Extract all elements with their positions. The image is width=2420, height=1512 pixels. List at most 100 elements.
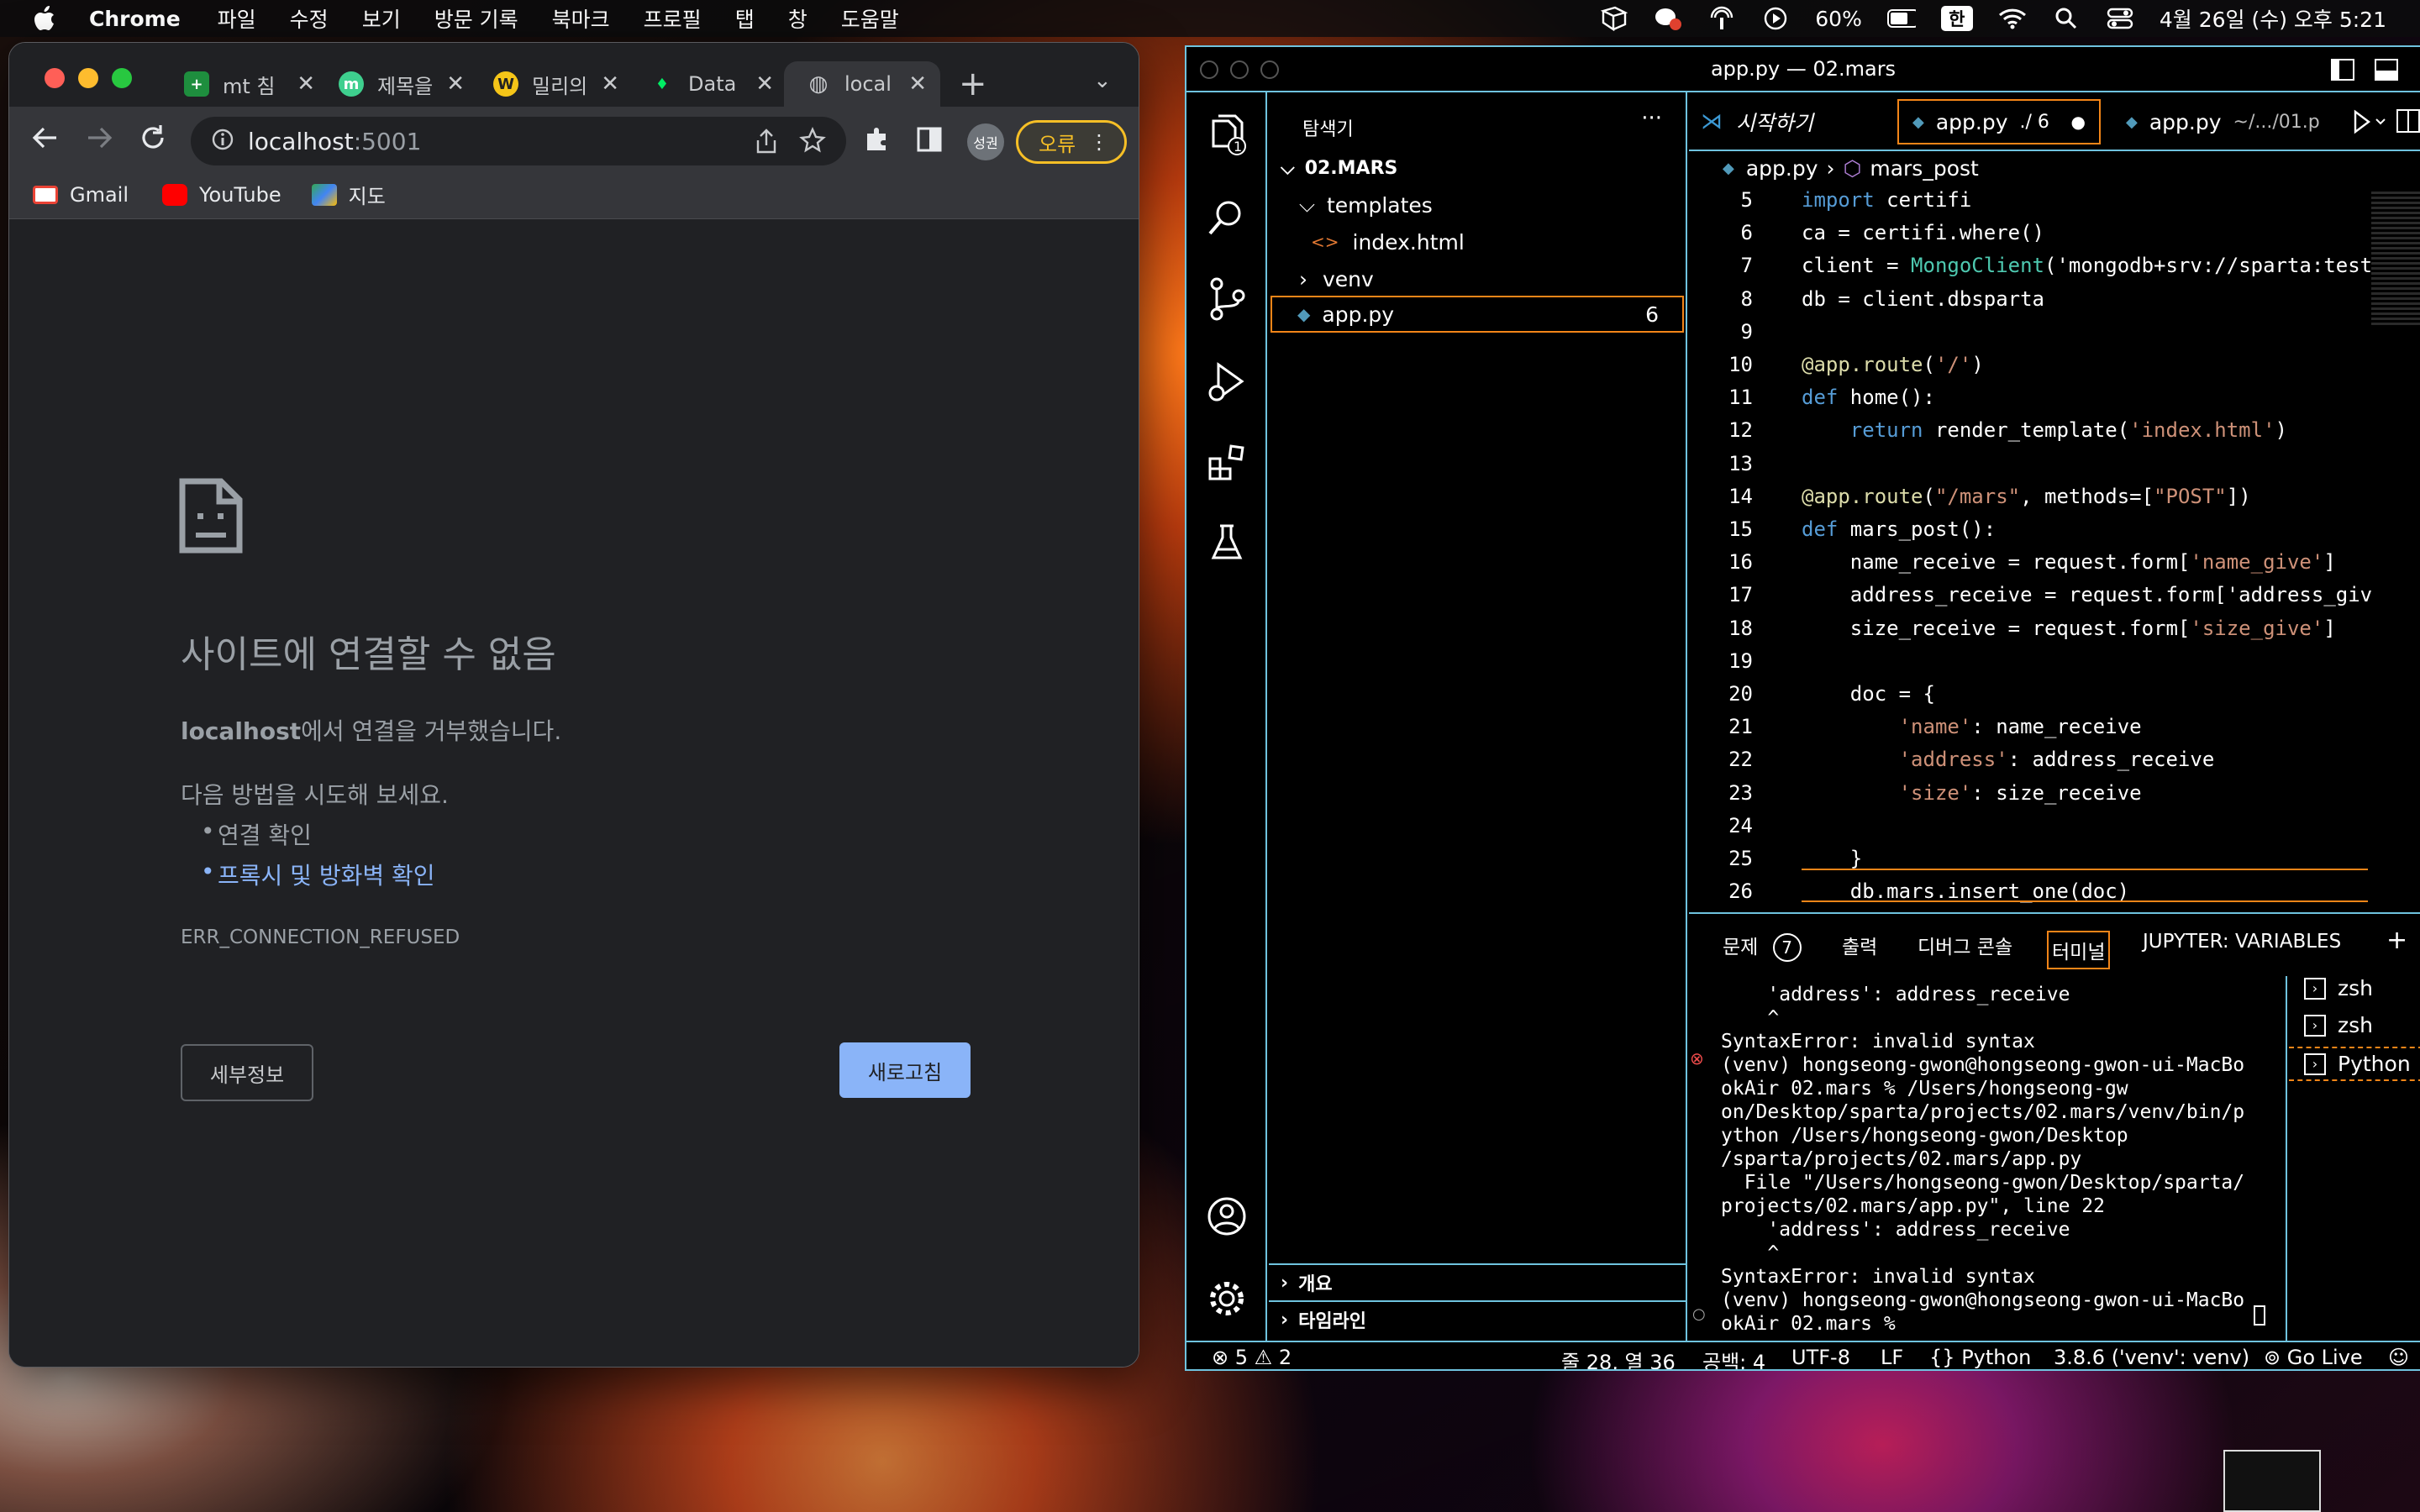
extensions-icon[interactable] [863,125,892,157]
breadcrumb-file[interactable]: app.py [1746,156,1818,181]
bookmark-maps[interactable]: 지도 [311,180,386,209]
accounts-icon[interactable] [1207,1196,1247,1236]
code-line[interactable]: db = client.dbsparta [1802,287,2044,311]
encoding[interactable]: UTF-8 [1791,1346,1850,1369]
control-center-icon[interactable] [2106,4,2134,33]
tab-app-py-other[interactable]: ◆ app.py ~/.../01.p [2126,99,2336,144]
details-button[interactable]: 세부정보 [181,1044,313,1101]
tip-proxy-firewall-link[interactable]: 프록시 및 방화벽 확인 [201,858,435,891]
reload-button[interactable]: 새로고침 [839,1042,971,1098]
menu-window[interactable]: 창 [788,3,808,34]
cursor-position[interactable]: 줄 28, 열 36 [1561,1346,1676,1369]
language-mode[interactable]: {} Python [1929,1346,2031,1369]
notes-tray-icon[interactable] [1600,4,1628,33]
accounts-feedback-icon[interactable]: ☺ [2388,1346,2409,1369]
code-line[interactable]: def home(): [1802,386,1935,409]
play-tray-icon[interactable] [1761,4,1790,33]
zoom-window-button[interactable] [1260,60,1279,79]
chat-tray-icon[interactable] [1654,4,1682,33]
tab-terminal[interactable]: 터미널 [2047,931,2111,969]
menubar-clock[interactable]: 4월 26일 (수) 오후 5:21 [2160,3,2386,34]
code-line[interactable]: return render_template('index.html') [1802,418,2287,442]
timeline-section[interactable]: › 타임라인 [1269,1300,1686,1337]
new-terminal-icon[interactable]: + [2386,926,2407,955]
tab-title[interactable]: m 제목을 ✕ [339,61,465,107]
tab-search-chevron-icon[interactable]: ⌄ [1093,68,1112,93]
menu-profiles[interactable]: 프로필 [644,3,702,34]
apple-icon[interactable] [34,6,57,31]
menu-help[interactable]: 도움말 [841,3,899,34]
code-line[interactable]: import certifi [1802,188,1971,212]
minimap[interactable] [2371,192,2420,326]
terminal-item-python[interactable]: › Python [2289,1047,2420,1081]
close-tab-icon[interactable]: ✕ [755,71,774,97]
back-icon[interactable] [31,125,60,154]
bookmark-youtube[interactable]: YouTube [162,183,281,207]
tab-welcome[interactable]: ⋊ 시작하기 [1701,99,1902,144]
battery-icon[interactable] [1886,4,1916,33]
close-tab-icon[interactable]: ✕ [601,71,619,97]
close-window-button[interactable] [1200,60,1218,79]
bookmark-star-icon[interactable] [799,127,826,157]
zoom-window-button[interactable] [112,68,132,88]
settings-gear-icon[interactable] [1207,1278,1247,1319]
tab-data[interactable]: ♦ Data ✕ [650,61,774,107]
tab-problems[interactable]: 문제 7 [1723,931,1802,962]
screenshot-thumbnail[interactable] [2223,1450,2321,1512]
python-interpreter[interactable]: 3.8.6 ('venv': venv) [2054,1346,2249,1369]
tab-jupyter-variables[interactable]: JUPYTER: VARIABLES [2143,931,2341,953]
close-window-button[interactable] [45,68,65,88]
minimize-window-button[interactable] [1230,60,1249,79]
menu-bookmarks[interactable]: 북마크 [552,3,610,34]
side-panel-icon[interactable] [917,127,942,155]
source-control-icon[interactable] [1207,277,1247,321]
extensions-icon[interactable] [1207,442,1247,482]
indentation[interactable]: 공백: 4 [1702,1346,1765,1369]
unsaved-dot-icon[interactable]: ● [2071,112,2086,132]
menu-view[interactable]: 보기 [362,3,401,34]
terminal-item-zsh-2[interactable]: › zsh [2304,1013,2373,1037]
split-editor-icon[interactable] [2396,109,2420,136]
code-editor[interactable]: 5 import certifi 6 ca = certifi.where() 7 cli… [1689,188,2420,974]
code-line[interactable]: @app.route("/mars", methods=["POST"]) [1802,485,2251,508]
run-debug-icon[interactable] [1207,360,1247,402]
forward-icon[interactable] [85,125,113,154]
testing-flask-icon[interactable] [1207,522,1247,563]
more-actions-icon[interactable]: ··· [1641,106,1662,131]
menu-tab[interactable]: 탭 [735,3,755,34]
code-line[interactable]: } [1802,847,1862,870]
workspace-root[interactable]: ⌵ 02.MARS [1281,150,1397,186]
code-line[interactable]: address_receive = request.form['address_… [1802,583,2372,606]
ime-indicator[interactable]: 한 [1940,6,1973,31]
address-bar[interactable]: localhost:5001 [191,117,846,165]
code-line[interactable]: 'name': name_receive [1802,715,2142,738]
tab-sheets[interactable]: + mt 침 ✕ [184,61,315,107]
code-line[interactable]: name_receive = request.form['name_give'] [1802,550,2336,574]
close-tab-icon[interactable]: ✕ [908,71,927,97]
avatar[interactable]: 성권 [967,123,1004,160]
code-line[interactable]: def mars_post(): [1802,517,1996,541]
close-tab-icon[interactable]: ✕ [297,71,315,97]
file-index-html[interactable]: <> index.html [1311,223,1465,260]
toggle-panel-icon[interactable] [2375,59,2398,86]
minimize-window-button[interactable] [78,68,98,88]
toggle-sidebar-icon[interactable] [2331,59,2354,86]
code-line[interactable]: 'size': size_receive [1802,781,2142,805]
code-line[interactable]: @app.route('/') [1802,353,1984,376]
line-ending[interactable]: LF [1881,1346,1903,1369]
menu-edit[interactable]: 수정 [290,3,329,34]
share-icon[interactable] [755,129,777,157]
code-line[interactable]: size_receive = request.form['size_give'] [1802,617,2336,640]
wifi-icon[interactable] [1998,4,2027,33]
outline-section[interactable]: › 개요 [1269,1263,1686,1300]
tab-localhost[interactable]: ◍ local ✕ [784,61,940,107]
terminal-output[interactable]: 'address': address_receive ^ SyntaxError… [1721,983,2259,1336]
site-info-icon[interactable] [211,128,234,155]
breadcrumb-symbol[interactable]: mars_post [1870,156,1978,181]
file-app-py[interactable]: ◆ app.py 6 [1270,296,1684,333]
error-menu-button[interactable]: 오류 ⋮ [1016,120,1127,164]
podcast-tray-icon[interactable] [1707,4,1736,33]
close-tab-icon[interactable]: ✕ [446,71,465,97]
code-line[interactable]: client = MongoClient('mongodb+srv://spar… [1802,254,2372,277]
reload-icon[interactable] [139,123,167,155]
